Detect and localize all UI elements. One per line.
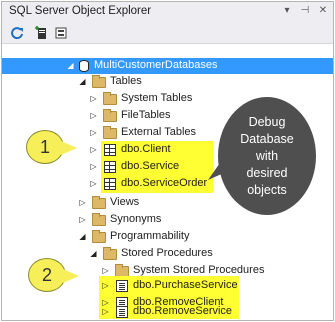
tree-node-label: System Tables bbox=[121, 92, 193, 104]
tree-node-label: System Stored Procedures bbox=[133, 264, 265, 276]
tree-node-label: FileTables bbox=[121, 109, 171, 121]
annotation-bubble: Debug Database with desired objects bbox=[218, 97, 316, 215]
connect-icon[interactable] bbox=[53, 25, 69, 41]
tree-node-database[interactable]: ◢ MultiCustomerDatabases bbox=[2, 58, 333, 74]
tree-node-label: Programmability bbox=[110, 230, 190, 242]
tree-node-programmability[interactable]: ◢ Programmability bbox=[2, 229, 333, 245]
folder-icon bbox=[103, 92, 117, 105]
expand-arrow-icon[interactable]: ▷ bbox=[89, 94, 98, 104]
collapse-arrow-icon[interactable]: ◢ bbox=[66, 61, 75, 71]
title-bar: SQL Server Object Explorer ▾ ⊣ ✕ bbox=[2, 2, 333, 22]
folder-icon bbox=[92, 230, 106, 243]
procedure-icon bbox=[116, 306, 128, 318]
tree-node-procedure[interactable]: ▷ dbo.PurchaseService bbox=[1, 278, 334, 294]
expand-arrow-icon[interactable]: ▷ bbox=[89, 179, 98, 189]
collapse-arrow-icon[interactable]: ◢ bbox=[78, 232, 87, 242]
expand-arrow-icon[interactable]: ▷ bbox=[101, 307, 110, 317]
bubble-line: desired bbox=[246, 165, 288, 180]
folder-icon bbox=[103, 126, 117, 139]
bubble-line: objects bbox=[247, 182, 287, 197]
collapse-arrow-icon[interactable]: ◢ bbox=[78, 77, 87, 87]
tree-node-label: Synonyms bbox=[110, 213, 162, 225]
add-sql-server-icon[interactable] bbox=[33, 25, 49, 41]
close-icon[interactable]: ✕ bbox=[318, 5, 328, 16]
tree-node-label: MultiCustomerDatabases bbox=[94, 59, 218, 71]
tree-node-label: dbo.RemoveService bbox=[133, 305, 233, 317]
toolbar bbox=[2, 22, 333, 44]
collapse-arrow-icon[interactable]: ◢ bbox=[89, 249, 98, 259]
tree-node-label: dbo.Client bbox=[121, 143, 171, 155]
table-icon bbox=[104, 144, 116, 156]
folder-icon bbox=[103, 109, 117, 122]
tree-node-label: Views bbox=[110, 196, 140, 208]
pin-icon[interactable]: ⊣ bbox=[300, 5, 310, 16]
window-title: SQL Server Object Explorer bbox=[9, 5, 152, 17]
tree-node-procedure[interactable]: ▷ dbo.RemoveService bbox=[1, 305, 334, 319]
expand-arrow-icon[interactable]: ▷ bbox=[78, 198, 87, 208]
expand-arrow-icon[interactable]: ▷ bbox=[89, 128, 98, 138]
callout-1: 1 bbox=[26, 130, 77, 164]
tree-node-synonyms[interactable]: ▷ Synonyms bbox=[2, 212, 333, 228]
bubble-line: Database bbox=[240, 131, 294, 146]
expand-arrow-icon[interactable]: ▷ bbox=[89, 111, 98, 121]
refresh-icon[interactable] bbox=[9, 25, 25, 41]
database-icon bbox=[79, 60, 89, 72]
table-icon bbox=[104, 178, 116, 190]
tree-node-label: External Tables bbox=[121, 126, 197, 138]
object-explorer-window: SQL Server Object Explorer ▾ ⊣ ✕ ◢ Multi… bbox=[1, 1, 334, 321]
expand-arrow-icon[interactable]: ▷ bbox=[78, 215, 87, 225]
expand-arrow-icon[interactable]: ▷ bbox=[101, 281, 110, 291]
tree-node-label: Stored Procedures bbox=[121, 247, 213, 259]
folder-icon bbox=[115, 264, 129, 277]
bubble-line: Debug bbox=[248, 114, 286, 129]
folder-icon bbox=[92, 75, 106, 88]
tree-node-label: dbo.ServiceOrder bbox=[121, 177, 208, 189]
tree-node-label: dbo.PurchaseService bbox=[133, 279, 238, 291]
bubble-pointer bbox=[208, 160, 226, 180]
folder-icon bbox=[92, 196, 106, 209]
tree-node-label: dbo.Service bbox=[121, 160, 180, 172]
tree-node-tables[interactable]: ◢ Tables bbox=[2, 74, 333, 90]
expand-arrow-icon[interactable]: ▷ bbox=[89, 145, 98, 155]
table-icon bbox=[104, 161, 116, 173]
dropdown-icon[interactable]: ▾ bbox=[282, 5, 292, 16]
expand-arrow-icon[interactable]: ▷ bbox=[101, 266, 110, 276]
expand-arrow-icon[interactable]: ▷ bbox=[89, 162, 98, 172]
folder-icon bbox=[103, 247, 117, 260]
procedure-icon bbox=[116, 280, 128, 292]
tree-node-label: Tables bbox=[110, 75, 142, 87]
bubble-line: with bbox=[255, 148, 279, 163]
folder-icon bbox=[92, 213, 106, 226]
